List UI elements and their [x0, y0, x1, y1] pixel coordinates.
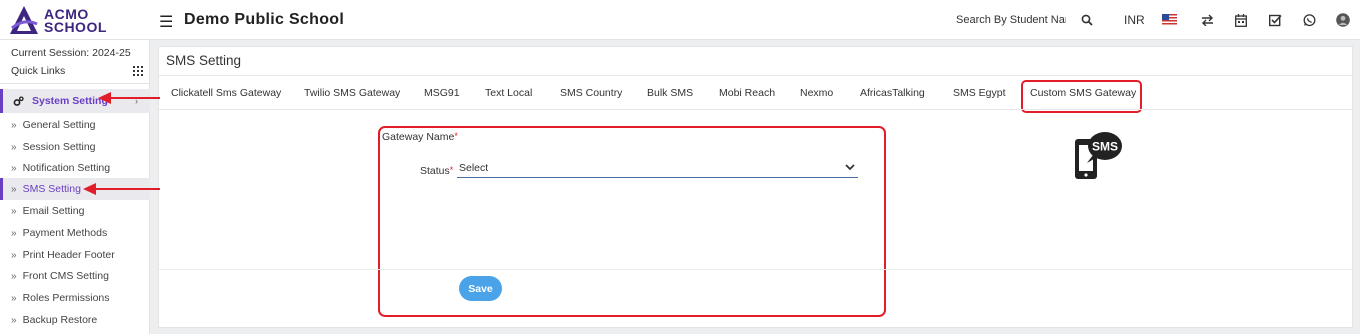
- logo-mark-icon: [10, 6, 38, 34]
- calendar-icon[interactable]: [1234, 10, 1248, 30]
- sidebar-item-email-setting[interactable]: » Email Setting: [0, 200, 150, 222]
- raquo-icon: »: [11, 314, 17, 326]
- currency-selector[interactable]: INR: [1124, 13, 1145, 27]
- gateway-name-label-text: Gateway Name: [382, 131, 455, 143]
- school-logo[interactable]: ACMO SCHOOL: [8, 4, 138, 36]
- tab-custom-sms-gateway[interactable]: Custom SMS Gateway: [1030, 87, 1136, 99]
- tab-sms-country[interactable]: SMS Country: [560, 87, 622, 99]
- sms-setting-panel: SMS Setting Clickatell Sms Gateway Twili…: [158, 46, 1353, 328]
- tab-nexmo[interactable]: Nexmo: [800, 87, 833, 99]
- tab-text-local[interactable]: Text Local: [485, 87, 532, 99]
- sidebar-section-system-setting[interactable]: System Setting ›: [0, 89, 150, 113]
- sidebar-item-front-cms-setting[interactable]: » Front CMS Setting: [0, 265, 150, 287]
- tab-mobi-reach[interactable]: Mobi Reach: [719, 87, 775, 99]
- grid-icon[interactable]: [133, 66, 143, 76]
- status-label-text: Status: [420, 165, 450, 177]
- quick-links-label[interactable]: Quick Links: [11, 65, 65, 77]
- sidebar-item-backup-restore[interactable]: » Backup Restore: [0, 309, 150, 331]
- tab-africastalking[interactable]: AfricasTalking: [860, 87, 925, 99]
- student-search-input[interactable]: [956, 10, 1066, 30]
- raquo-icon: »: [11, 205, 17, 217]
- sidebar-item-label: Notification Setting: [22, 162, 111, 174]
- current-session-label: Current Session: 2024-25: [11, 47, 131, 59]
- status-select[interactable]: Select: [457, 159, 858, 178]
- custom-gateway-form-highlight: [378, 126, 886, 317]
- sidebar-section-label: System Setting: [32, 95, 108, 107]
- sidebar-item-label: Roles Permissions: [22, 292, 110, 304]
- gateway-name-label: Gateway Name*: [382, 131, 458, 143]
- sidebar: Current Session: 2024-25 Quick Links Sys…: [0, 40, 150, 334]
- annotation-arrow-sms-setting: [83, 183, 160, 195]
- logo-text-line2: SCHOOL: [44, 19, 107, 35]
- status-select-value: Select: [459, 162, 489, 174]
- sidebar-item-label: Payment Methods: [22, 227, 108, 239]
- raquo-icon: »: [11, 292, 17, 304]
- sidebar-item-print-header-footer[interactable]: » Print Header Footer: [0, 244, 150, 266]
- status-label: Status*: [420, 165, 453, 177]
- sidebar-item-label: Backup Restore: [22, 314, 98, 326]
- required-mark: *: [449, 165, 454, 175]
- search-icon[interactable]: [1080, 10, 1094, 30]
- tab-sms-egypt[interactable]: SMS Egypt: [953, 87, 1006, 99]
- chevron-down-icon: [845, 164, 855, 171]
- tab-bulk-sms[interactable]: Bulk SMS: [647, 87, 693, 99]
- gear-icon: [13, 95, 24, 107]
- sidebar-item-roles-permissions[interactable]: » Roles Permissions: [0, 287, 150, 309]
- sms-phone-icon: SMS: [1075, 132, 1122, 179]
- tab-msg91[interactable]: MSG91: [424, 87, 460, 99]
- checkbox-icon[interactable]: [1268, 10, 1282, 30]
- panel-divider: [159, 75, 1352, 76]
- page-title: SMS Setting: [166, 53, 242, 68]
- swap-icon[interactable]: [1200, 10, 1214, 30]
- sidebar-item-label: Front CMS Setting: [22, 270, 109, 282]
- us-flag-icon[interactable]: [1162, 14, 1177, 25]
- sidebar-item-session-setting[interactable]: » Session Setting: [0, 136, 150, 158]
- raquo-icon: »: [11, 141, 17, 153]
- sms-graphic-text: SMS: [1092, 140, 1118, 154]
- tab-clickatell[interactable]: Clickatell Sms Gateway: [171, 87, 281, 99]
- raquo-icon: »: [11, 183, 17, 195]
- user-avatar[interactable]: [1336, 10, 1350, 30]
- raquo-icon: »: [11, 227, 17, 239]
- annotation-arrow-system-setting: [98, 92, 160, 104]
- school-name: Demo Public School: [184, 11, 345, 28]
- whatsapp-icon[interactable]: [1302, 10, 1316, 30]
- sidebar-item-general-setting[interactable]: » General Setting: [0, 114, 150, 136]
- form-footer-divider: [159, 269, 1352, 270]
- raquo-icon: »: [11, 270, 17, 282]
- sidebar-divider: [0, 83, 150, 84]
- sidebar-item-label: SMS Setting: [22, 183, 81, 195]
- sidebar-item-label: Session Setting: [22, 141, 96, 153]
- logo-text: ACMO SCHOOL: [44, 7, 107, 35]
- sidebar-item-label: General Setting: [22, 119, 96, 131]
- sidebar-item-label: Email Setting: [22, 205, 85, 217]
- save-button[interactable]: Save: [459, 276, 502, 301]
- top-bar: ACMO SCHOOL ☰ Demo Public School INR: [0, 0, 1360, 40]
- tab-bar-divider: [159, 109, 1352, 110]
- tab-twilio[interactable]: Twilio SMS Gateway: [304, 87, 400, 99]
- sidebar-item-notification-setting[interactable]: » Notification Setting: [0, 157, 150, 179]
- sidebar-item-label: Print Header Footer: [22, 249, 115, 261]
- required-mark: *: [454, 131, 458, 141]
- raquo-icon: »: [11, 119, 17, 131]
- raquo-icon: »: [11, 249, 17, 261]
- raquo-icon: »: [11, 162, 17, 174]
- sidebar-item-payment-methods[interactable]: » Payment Methods: [0, 222, 150, 244]
- hamburger-menu-icon[interactable]: ☰: [159, 12, 173, 32]
